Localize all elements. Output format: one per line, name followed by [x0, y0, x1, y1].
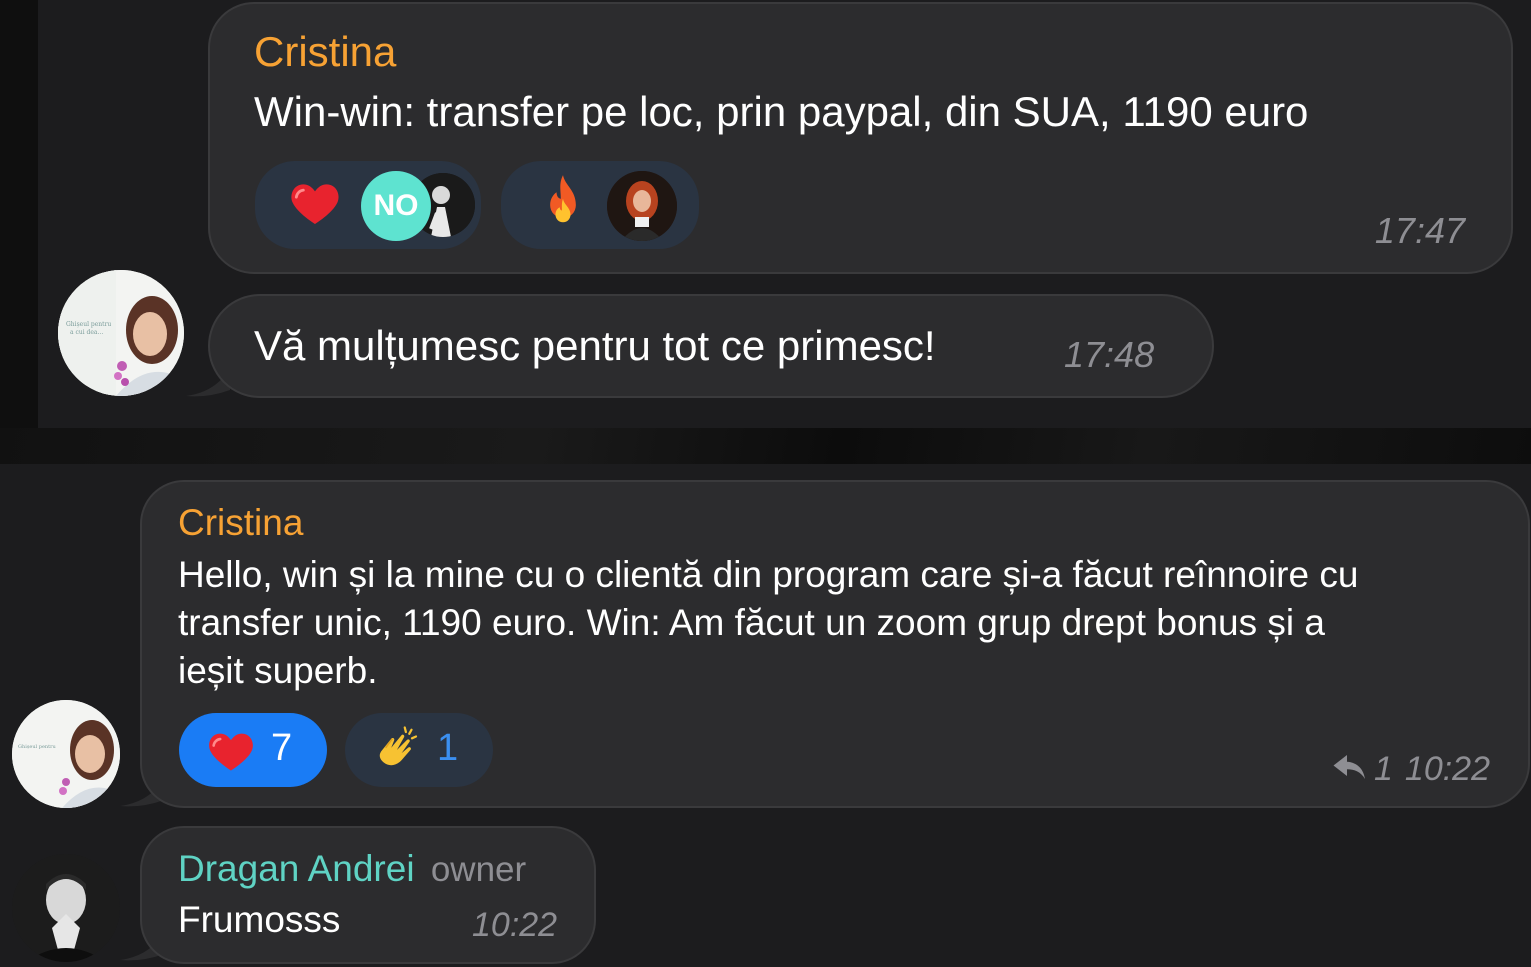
clap-emoji-icon	[371, 723, 425, 782]
sender-role: owner	[430, 850, 527, 889]
sender-name[interactable]: Dragan Andrei owner	[178, 848, 526, 890]
sender-name[interactable]: Cristina	[254, 28, 396, 76]
message-bubble[interactable]: Dragan Andrei owner Frumosss 10:22	[140, 826, 596, 964]
message-time: 17:48	[1064, 334, 1155, 375]
message-bubble[interactable]: Vă mulțumesc pentru tot ce primesc! 17:4…	[208, 294, 1214, 398]
reaction-count: 7	[271, 727, 293, 769]
reaction-heart[interactable]: NO	[255, 161, 481, 249]
reply-indicator[interactable]: 1 10:22	[1332, 750, 1490, 789]
message-text-line: ieșit superb.	[178, 650, 378, 691]
sender-name[interactable]: Cristina	[178, 502, 303, 544]
message-text: Frumosss	[178, 899, 341, 940]
message-bubble[interactable]: Cristina Hello, win și la mine cu o clie…	[140, 480, 1530, 808]
reply-arrow-icon	[1332, 752, 1368, 787]
no-avatar-badge: NO	[361, 171, 431, 241]
screenshot-divider	[0, 428, 1531, 464]
heart-emoji-icon	[205, 725, 257, 782]
message-text: Win-win: transfer pe loc, prin paypal, d…	[254, 88, 1309, 135]
fire-emoji-icon	[537, 173, 589, 238]
message-text-line: Hello, win și la mine cu o clientă din p…	[178, 554, 1359, 595]
svg-text:a cui dea...: a cui dea...	[70, 329, 103, 336]
avatar	[607, 171, 677, 241]
avatar[interactable]: Ghișeul pentru a cui dea...	[58, 270, 184, 396]
reaction-count: 1	[437, 727, 459, 769]
reply-count: 1	[1373, 750, 1393, 788]
avatar[interactable]	[12, 854, 120, 962]
reaction-fire[interactable]	[501, 161, 699, 249]
svg-text:Ghișeul pentru: Ghișeul pentru	[18, 744, 57, 750]
message-text-line: transfer unic, 1190 euro. Win: Am făcut …	[178, 602, 1325, 643]
message-bubble[interactable]: Cristina Win-win: transfer pe loc, prin …	[208, 2, 1513, 274]
reaction-clap[interactable]: 1	[345, 713, 493, 787]
svg-text:Ghișeul pentru: Ghișeul pentru	[66, 321, 111, 328]
avatar[interactable]: Ghișeul pentru	[12, 700, 120, 808]
message-time: 10:22	[472, 906, 558, 944]
sender-name-text[interactable]: Dragan Andrei	[178, 848, 415, 889]
reaction-heart-selected[interactable]: 7	[179, 713, 327, 787]
heart-emoji-icon	[287, 175, 343, 236]
message-time: 10:22	[1404, 750, 1490, 788]
message-text: Vă mulțumesc pentru tot ce primesc!	[254, 322, 936, 369]
message-time: 17:47	[1374, 210, 1465, 251]
